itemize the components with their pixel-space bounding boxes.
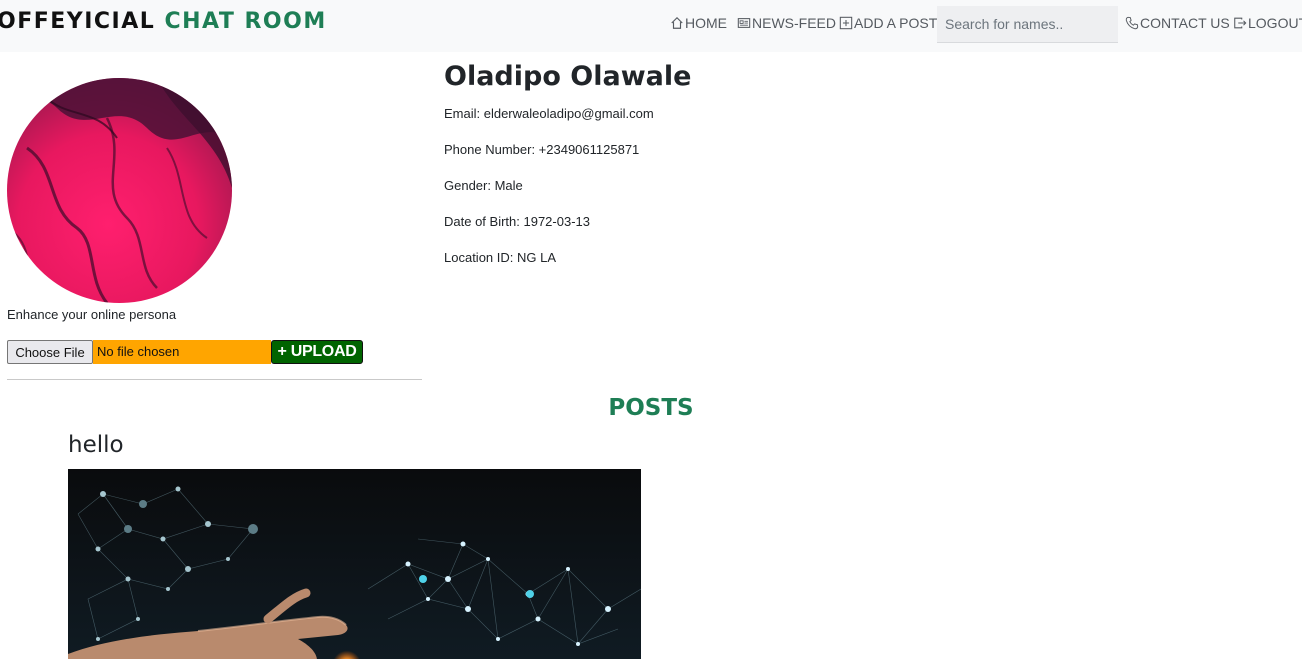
nav-contact-label: CONTACT US [1140,15,1230,31]
file-status-text: No file chosen [93,340,271,364]
post-image [68,469,641,659]
nav-add-post-label: ADD A POST [854,15,938,31]
section-divider [7,379,422,380]
search-input[interactable] [937,6,1118,43]
nav-home-label: HOME [685,15,727,31]
profile-name: Oladipo Olawale [444,61,692,92]
nav-logout-label: LOGOUT [1248,15,1302,31]
logout-icon [1234,17,1247,29]
home-icon [671,16,683,29]
profile-gender: Gender: Male [444,178,523,193]
brand-name-part2: CHAT ROOM [164,9,327,34]
profile-tagline: Enhance your online persona [7,307,177,322]
upload-button[interactable]: + UPLOAD [271,340,363,364]
brand-name-part1: OFFEYICIAL [0,9,156,34]
nav-add-post-link[interactable]: ADD A POST [839,15,937,31]
profile-email: Email: elderwaleoladipo@gmail.com [444,106,654,121]
profile-phone: Phone Number: +2349061125871 [444,142,640,157]
profile-dob: Date of Birth: 1972-03-13 [444,214,590,229]
phone-icon [1125,16,1139,30]
newspaper-icon [737,18,751,28]
top-navbar: OFFEYICIAL CHAT ROOM HOME NEWS-FEED ADD … [0,0,1302,52]
nav-news-feed-label: NEWS-FEED [752,15,836,31]
profile-avatar [7,78,232,303]
choose-file-button[interactable]: Choose File [7,340,93,364]
profile-location: Location ID: NG LA [444,250,556,265]
nav-contact-link[interactable]: CONTACT US [1125,15,1230,31]
nav-news-feed-link[interactable]: NEWS-FEED [737,15,836,31]
photo-upload-form: Choose File No file chosen + UPLOAD [7,340,363,364]
post-title: hello [68,432,124,458]
nav-logout-link[interactable]: LOGOUT [1233,15,1302,31]
posts-heading: POSTS [608,395,694,421]
brand-logo[interactable]: OFFEYICIAL CHAT ROOM [0,9,327,34]
nav-home-link[interactable]: HOME [670,15,727,31]
plus-square-icon [839,16,853,30]
